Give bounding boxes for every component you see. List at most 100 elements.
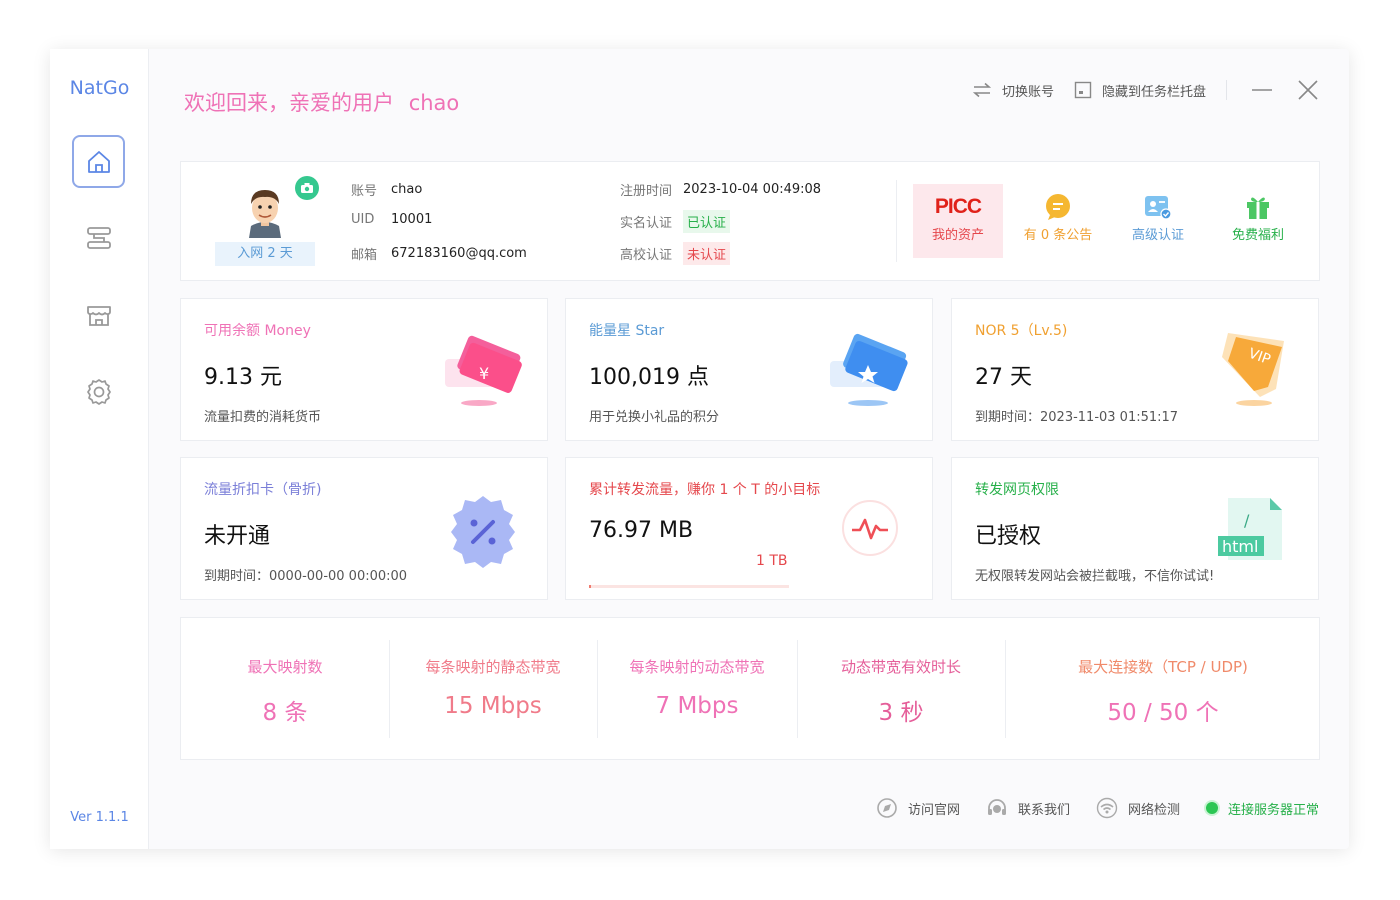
close-icon: [1298, 80, 1318, 100]
sidebar-item-settings[interactable]: [72, 365, 125, 418]
max-connections-title: 最大连接数（TCP / UDP): [1078, 658, 1248, 676]
sidebar-item-store[interactable]: [72, 288, 125, 341]
app-logo: NatGo: [69, 77, 130, 99]
minimize-icon: [1252, 89, 1272, 91]
star-points-value: 100,019 点: [589, 365, 709, 390]
balance-label: 可用余额 Money: [204, 323, 311, 339]
realname-row: 实名认证 已认证: [620, 210, 731, 233]
close-button[interactable]: [1297, 79, 1319, 101]
store-icon: [86, 305, 111, 326]
compass-icon: [877, 798, 897, 818]
wifi-icon: [1096, 797, 1118, 819]
max-connections-stat: 最大连接数（TCP / UDP) 50 / 50 个: [1005, 618, 1321, 761]
email-value: 672183160@qq.com: [391, 246, 527, 261]
app-window: NatGo Ver 1.1.1 欢迎回来，亲爱的用户 chao 切换账号 隐藏到…: [50, 49, 1349, 849]
reg-time-value: 2023-10-04 00:49:08: [683, 182, 822, 197]
traffic-label: 累计转发流量，赚你 1 个 T 的小目标: [589, 482, 821, 498]
membership-card: NOR 5（Lv.5) 27 天 到期时间：2023-11-03 01:51:1…: [951, 298, 1319, 441]
dynamic-duration-title: 动态带宽有效时长: [840, 658, 961, 676]
network-check-link[interactable]: 网络检测: [1096, 797, 1180, 819]
web-forward-card: 转发网页权限 已授权 无权限转发网站会被拦截哦，不信你试试! / html: [951, 457, 1319, 600]
free-benefit-label: 免费福利: [1231, 228, 1284, 243]
email-row: 邮箱 672183160@qq.com: [351, 244, 527, 263]
my-assets-button[interactable]: PICC 我的资产: [913, 184, 1003, 258]
avatar[interactable]: [237, 182, 293, 238]
main-content: 欢迎回来，亲爱的用户 chao 切换账号 隐藏到任务栏托盘 入网 2 天 账号 …: [150, 49, 1349, 849]
uid-label: UID: [351, 212, 375, 227]
status-dot-icon: [1205, 802, 1218, 814]
discount-badge-icon: [451, 496, 515, 568]
camera-icon: [301, 183, 313, 193]
network-check-label: 网络检测: [1127, 802, 1180, 818]
balance-value: 9.13 元: [204, 365, 282, 390]
switch-account-button[interactable]: 切换账号: [972, 81, 1054, 100]
email-label: 邮箱: [351, 248, 378, 263]
account-value: chao: [391, 182, 423, 197]
traffic-goal: 1 TB: [756, 553, 788, 569]
uid-value: 10001: [391, 212, 433, 227]
campus-label: 高校认证: [620, 248, 673, 263]
traffic-card: 累计转发流量，赚你 1 个 T 的小目标 76.97 MB 1 TB: [565, 457, 933, 600]
contact-us-link[interactable]: 联系我们: [986, 797, 1070, 819]
star-points-desc: 用于兑换小礼品的积分: [589, 410, 720, 425]
hide-to-tray-button[interactable]: 隐藏到任务栏托盘: [1074, 81, 1206, 100]
welcome-message: 欢迎回来，亲爱的用户 chao: [184, 87, 459, 117]
notices-label: 有 0 条公告: [1023, 228, 1093, 243]
realname-label: 实名认证: [620, 216, 673, 231]
membership-label: NOR 5（Lv.5): [975, 323, 1068, 339]
free-benefit-button[interactable]: 免费福利: [1213, 184, 1303, 258]
static-bandwidth-value: 15 Mbps: [444, 693, 542, 719]
star-points-card: 能量星 Star 100,019 点 用于兑换小礼品的积分: [565, 298, 933, 441]
profile-card: 入网 2 天 账号 chao UID 10001 邮箱 672183160@qq.co…: [180, 161, 1320, 281]
static-bandwidth-stat: 每条映射的静态带宽 15 Mbps: [389, 618, 597, 761]
dynamic-duration-value: 3 秒: [878, 700, 924, 726]
picc-logo: PICC: [934, 195, 982, 218]
visit-website-label: 访问官网: [907, 802, 960, 818]
vip-tag-icon: VIP: [1222, 333, 1284, 406]
contact-us-label: 联系我们: [1017, 802, 1070, 818]
switch-account-label: 切换账号: [1001, 84, 1054, 100]
pulse-icon: [842, 500, 898, 556]
my-assets-label: 我的资产: [931, 228, 984, 243]
hide-to-tray-label: 隐藏到任务栏托盘: [1101, 84, 1206, 100]
user-avatar-icon: [249, 190, 281, 238]
advanced-auth-button[interactable]: 高级认证: [1113, 184, 1203, 258]
dynamic-duration-stat: 动态带宽有效时长 3 秒: [797, 618, 1005, 761]
reg-time-label: 注册时间: [620, 184, 673, 199]
web-forward-desc: 无权限转发网站会被拦截哦，不信你试试!: [975, 569, 1215, 584]
home-icon: [87, 150, 110, 173]
realname-status-badge: 已认证: [683, 210, 731, 233]
gear-icon: [86, 378, 111, 405]
sidebar: NatGo Ver 1.1.1: [50, 49, 149, 849]
minimize-button[interactable]: [1251, 79, 1273, 101]
sidebar-item-tunnels[interactable]: [72, 211, 125, 264]
headset-icon: [987, 799, 1006, 815]
slash-text: /: [1244, 511, 1250, 530]
campus-row: 高校认证 未认证: [620, 242, 731, 265]
web-forward-value: 已授权: [975, 524, 1042, 549]
notices-button[interactable]: 有 0 条公告: [1013, 184, 1103, 258]
visit-website-link[interactable]: 访问官网: [876, 797, 960, 819]
membership-value: 27 天: [975, 365, 1032, 390]
divider: [1226, 80, 1227, 100]
uid-row: UID 10001: [351, 212, 432, 227]
sidebar-item-home[interactable]: [72, 135, 125, 188]
account-row: 账号 chao: [351, 180, 422, 199]
max-mappings-value: 8 条: [262, 700, 308, 726]
server-status: 连接服务器正常: [1205, 799, 1319, 818]
swap-icon: [972, 82, 992, 98]
discount-label: 流量折扣卡（骨折): [204, 482, 322, 498]
id-card-icon: [1145, 196, 1172, 220]
campus-status-badge: 未认证: [683, 242, 731, 265]
footer: 访问官网 联系我们 网络检测 连接服务器正常: [850, 797, 1319, 819]
balance-card: 可用余额 Money 9.13 元 流量扣费的消耗货币 ¥: [180, 298, 548, 441]
server-status-label: 连接服务器正常: [1227, 802, 1319, 818]
max-mappings-title: 最大映射数: [247, 658, 323, 676]
static-bandwidth-title: 每条映射的静态带宽: [425, 658, 561, 676]
camera-badge[interactable]: [295, 176, 319, 200]
message-icon: [1046, 194, 1070, 220]
gift-icon: [1247, 197, 1269, 219]
reg-time-row: 注册时间 2023-10-04 00:49:08: [620, 180, 821, 199]
advanced-auth-label: 高级认证: [1131, 228, 1184, 243]
html-file-icon: / html: [1218, 498, 1282, 560]
